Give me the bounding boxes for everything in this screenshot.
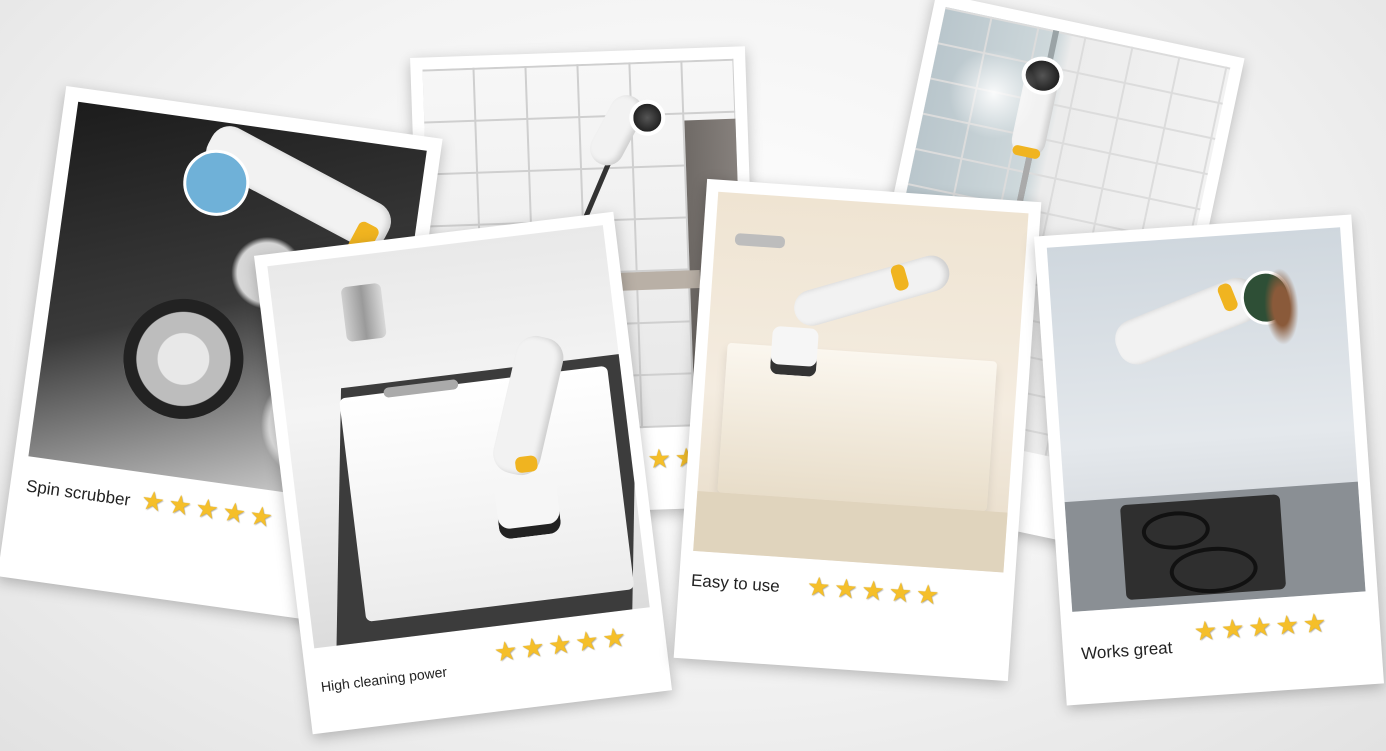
star-icon: ★ [1301,607,1328,639]
star-icon: ★ [833,572,859,605]
rating-stars: ★★★★★ [139,484,279,533]
card-caption: Spin scrubber [24,476,132,510]
star-icon: ★ [1220,612,1246,645]
star-icon: ★ [166,488,194,522]
star-icon: ★ [247,499,275,533]
card-caption: Easy to use [690,570,781,596]
rating-stars: ★★★★★ [492,621,632,668]
star-icon: ★ [492,634,520,668]
photo-card-kitchen: Works great ★★★★★ [1033,214,1385,706]
bathtub-photo [267,225,650,649]
kitchen-photo [1046,227,1366,612]
card-caption: Works great [1080,638,1173,664]
star-icon: ★ [193,492,221,526]
star-icon: ★ [887,576,914,609]
star-icon: ★ [805,570,832,603]
star-icon: ★ [860,574,886,607]
star-icon: ★ [1192,614,1219,647]
rating-stars: ★★★★★ [1192,607,1331,647]
sink-photo [693,191,1029,573]
star-icon: ★ [1247,611,1273,643]
star-icon: ★ [546,628,574,661]
star-icon: ★ [139,484,167,518]
photo-card-sink: Easy to use ★★★★★ [673,178,1042,682]
star-icon: ★ [914,578,941,611]
star-icon: ★ [519,631,547,665]
star-icon: ★ [600,621,628,655]
star-icon: ★ [573,624,601,658]
photo-card-bathtub: High cleaning power ★★★★★ [253,211,673,735]
star-icon: ★ [220,496,248,529]
star-icon: ★ [1274,609,1300,641]
card-caption: High cleaning power [320,663,448,695]
star-icon: ★ [647,443,672,474]
rating-stars: ★★★★★ [805,570,944,611]
